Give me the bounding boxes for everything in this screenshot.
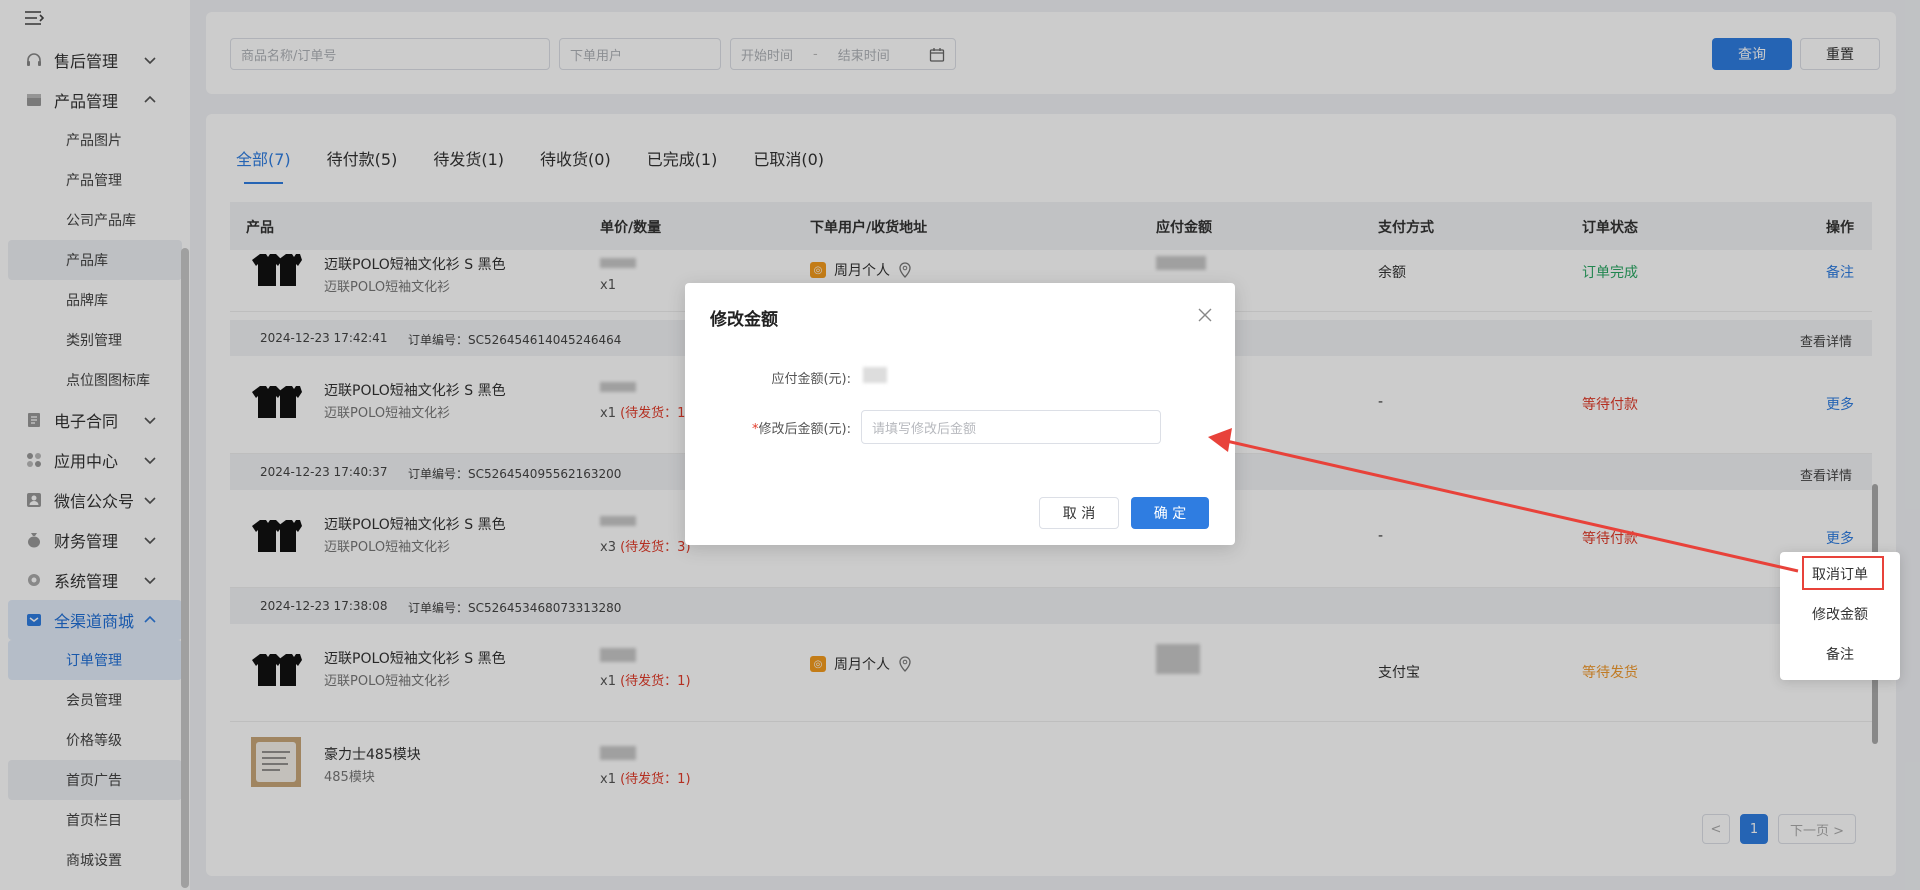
new-amount-input[interactable]: 请填写修改后金额 [861, 410, 1161, 444]
dialog-title: 修改金额 [710, 310, 778, 330]
confirm-button[interactable]: 确 定 [1131, 497, 1209, 529]
amount-label: 应付金额(元): [771, 372, 851, 387]
edit-amount-dialog: 修改金额 应付金额(元): *修改后金额(元): 请填写修改后金额 取 消 确 … [685, 283, 1235, 545]
blurred-amount-value [863, 367, 887, 383]
close-icon[interactable] [1197, 307, 1213, 323]
cancel-order-menu-item[interactable]: 取消订单 [1780, 564, 1900, 584]
remark-menu-item[interactable]: 备注 [1780, 644, 1900, 664]
new-amount-label: *修改后金额(元): [751, 422, 851, 437]
edit-amount-menu-item[interactable]: 修改金额 [1780, 604, 1900, 624]
cancel-button[interactable]: 取 消 [1039, 497, 1119, 529]
more-actions-dropdown: 取消订单 修改金额 备注 [1780, 552, 1900, 680]
